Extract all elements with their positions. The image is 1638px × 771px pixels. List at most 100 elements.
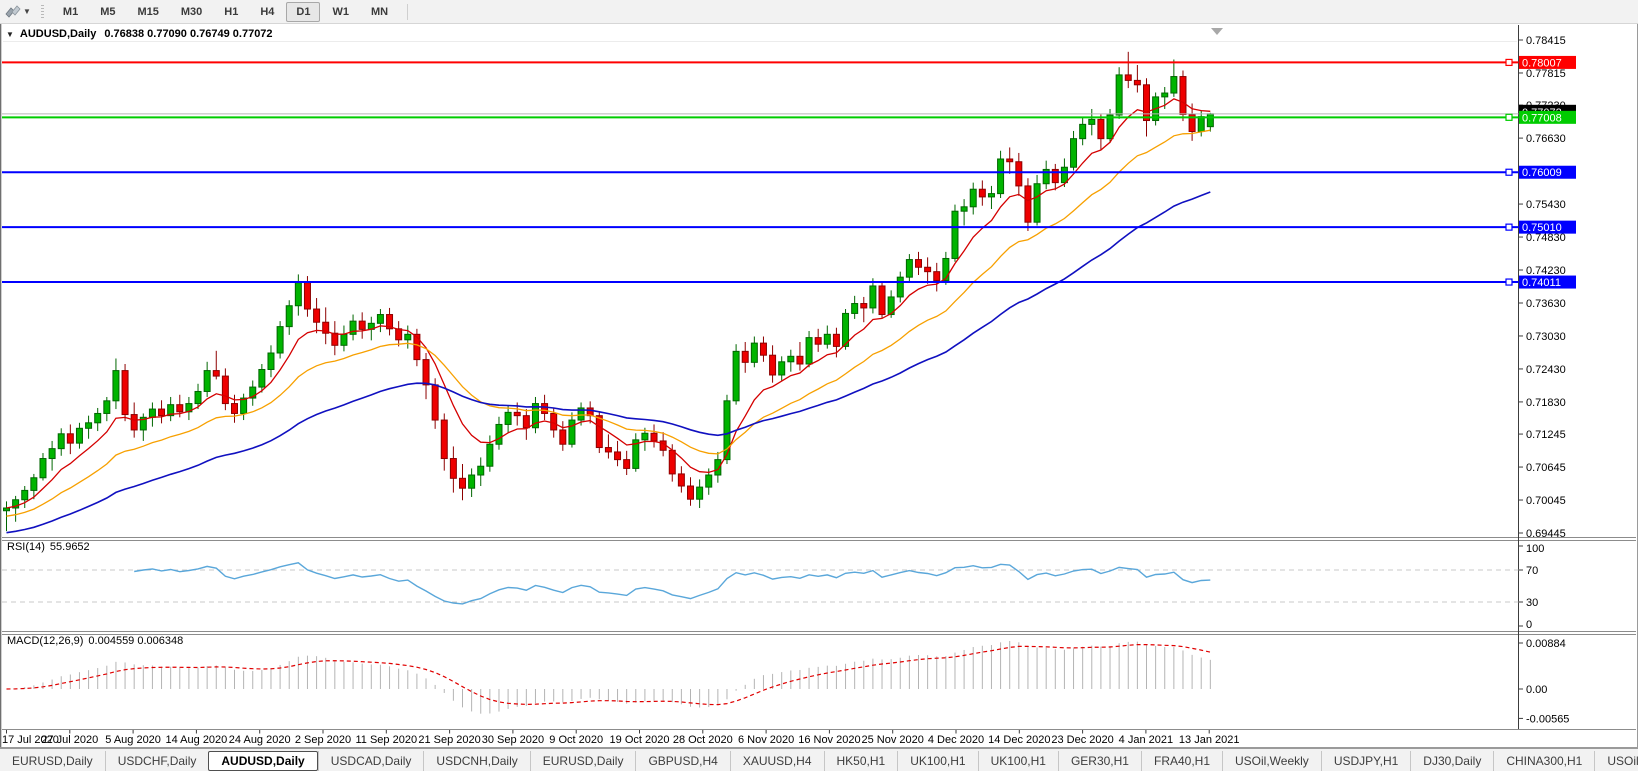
- candle: [395, 321, 403, 347]
- candle: [869, 278, 877, 314]
- candle: [313, 298, 321, 334]
- hline-0.74011[interactable]: 0.74011: [2, 275, 1576, 290]
- chart-tab-ger30h1[interactable]: GER30,H1: [1057, 750, 1141, 771]
- chart-tab-usdjpyh1[interactable]: USDJPY,H1: [1320, 750, 1410, 771]
- chart-tab-usdchfdaily[interactable]: USDCHF,Daily: [104, 750, 209, 771]
- candle: [878, 281, 886, 318]
- candle: [440, 413, 448, 471]
- timeframe-button-mn[interactable]: MN: [361, 2, 398, 22]
- date-label: 9 Oct 2020: [549, 734, 603, 746]
- chart-tab-gbpusdh4[interactable]: GBPUSD,H4: [635, 750, 729, 771]
- candle: [1097, 114, 1105, 150]
- hline-price-label: 0.76009: [1522, 167, 1562, 179]
- chart-tab-audusddaily[interactable]: AUDUSD,Daily: [208, 750, 318, 771]
- toolbar-separator: [407, 3, 409, 20]
- hline-0.75010[interactable]: 0.75010: [2, 220, 1576, 235]
- candle: [85, 415, 93, 439]
- candle: [468, 468, 476, 498]
- chart-cursor-icon[interactable]: [3, 4, 23, 20]
- chart-tab-eurusddaily[interactable]: EURUSD,Daily: [529, 750, 636, 771]
- candle: [1070, 130, 1078, 171]
- chart-tab-usoilweekly[interactable]: USOil,Weekly: [1222, 750, 1321, 771]
- candle: [787, 349, 795, 372]
- candle: [896, 271, 904, 303]
- timeframe-button-m30[interactable]: M30: [171, 2, 212, 22]
- candle: [860, 296, 868, 323]
- date-label: 25 Nov 2020: [862, 734, 924, 746]
- chart-tab-dj30daily[interactable]: DJ30,Daily: [1410, 750, 1493, 771]
- chart-tab-usdcnhdaily[interactable]: USDCNH,Daily: [423, 750, 529, 771]
- hline-0.78007[interactable]: 0.78007: [2, 55, 1576, 70]
- chart-tab-usdcaddaily[interactable]: USDCAD,Daily: [317, 750, 424, 771]
- chart-tab-uk100h1[interactable]: UK100,H1: [977, 750, 1058, 771]
- candle: [285, 300, 293, 335]
- chart-tab-hk50h1[interactable]: HK50,H1: [823, 750, 898, 771]
- candle: [997, 150, 1005, 199]
- symbol-dropdown-icon[interactable]: ▼: [6, 30, 14, 39]
- rsi-tick-label: 0: [1526, 619, 1532, 631]
- candle: [185, 396, 193, 421]
- candle: [778, 356, 786, 381]
- macd-label: MACD(12,26,9): [7, 635, 84, 647]
- candle: [66, 424, 74, 455]
- hline-0.77008[interactable]: 0.77008: [2, 110, 1576, 125]
- chart-tab-usoil[interactable]: USOil,: [1594, 750, 1638, 771]
- price-tick-label: 0.70045: [1526, 495, 1566, 507]
- date-label: 28 Oct 2020: [673, 734, 733, 746]
- toolbar-grip-handle[interactable]: [40, 4, 44, 19]
- rsi-tick-label: 100: [1526, 543, 1544, 555]
- candle: [48, 440, 56, 471]
- chart-tab-fra40h1[interactable]: FRA40,H1: [1140, 750, 1222, 771]
- candle: [604, 434, 612, 459]
- chart-tab-xauusdh4[interactable]: XAUUSD,H4: [729, 750, 824, 771]
- timeframe-button-d1[interactable]: D1: [286, 1, 321, 22]
- chart-tab-china300h1[interactable]: CHINA300,H1: [1493, 750, 1594, 771]
- candle: [823, 325, 831, 349]
- chart-canvas[interactable]: 0.784150.778150.772300.766300.754300.748…: [0, 0, 1638, 771]
- candle: [404, 325, 412, 349]
- candle: [1206, 112, 1214, 132]
- price-tick-label: 0.73030: [1526, 331, 1566, 343]
- chevron-down-icon[interactable]: ▼: [23, 7, 31, 16]
- timeframe-button-h1[interactable]: H1: [214, 2, 248, 22]
- candle: [915, 251, 922, 275]
- candle: [148, 402, 156, 427]
- date-label: 30 Sep 2020: [482, 734, 544, 746]
- hline-0.76009[interactable]: 0.76009: [2, 165, 1576, 180]
- macd-tick-label: 0.00: [1526, 684, 1547, 696]
- timeframe-button-w1[interactable]: W1: [322, 2, 359, 22]
- window-frame: [0, 23, 1638, 748]
- chart-shift-marker-icon[interactable]: [1211, 28, 1223, 35]
- candle: [422, 353, 430, 400]
- candle: [267, 345, 275, 378]
- rsi-tick-label: 70: [1526, 565, 1538, 577]
- candle: [39, 453, 47, 481]
- candle: [21, 486, 29, 508]
- timeframe-button-h4[interactable]: H4: [250, 2, 284, 22]
- candle: [933, 262, 941, 292]
- candle: [978, 180, 986, 206]
- candle: [924, 257, 932, 284]
- timeframe-button-m15[interactable]: M15: [127, 2, 168, 22]
- candle: [413, 328, 421, 367]
- candle: [1051, 163, 1059, 191]
- candle: [203, 361, 211, 397]
- macd-values: 0.004559 0.006348: [88, 635, 184, 647]
- candle: [568, 412, 576, 448]
- chart-tab-uk100h1[interactable]: UK100,H1: [897, 750, 977, 771]
- chart-tab-eurusddaily[interactable]: EURUSD,Daily: [0, 751, 105, 771]
- candle: [376, 309, 384, 333]
- timeframe-button-m1[interactable]: M1: [53, 2, 88, 22]
- candle: [741, 342, 749, 373]
- candle: [687, 477, 694, 506]
- candle: [449, 446, 457, 493]
- chart-tab-bar: EURUSD,Daily USDCHF,Daily AUDUSD,Daily USDC…: [0, 748, 1638, 771]
- candle: [650, 424, 658, 448]
- timeframe-button-m5[interactable]: M5: [90, 2, 125, 22]
- candle: [960, 199, 968, 226]
- candle: [750, 336, 758, 368]
- candle: [1133, 65, 1141, 93]
- candle: [112, 358, 120, 410]
- candle: [386, 307, 394, 336]
- candle: [1088, 108, 1096, 136]
